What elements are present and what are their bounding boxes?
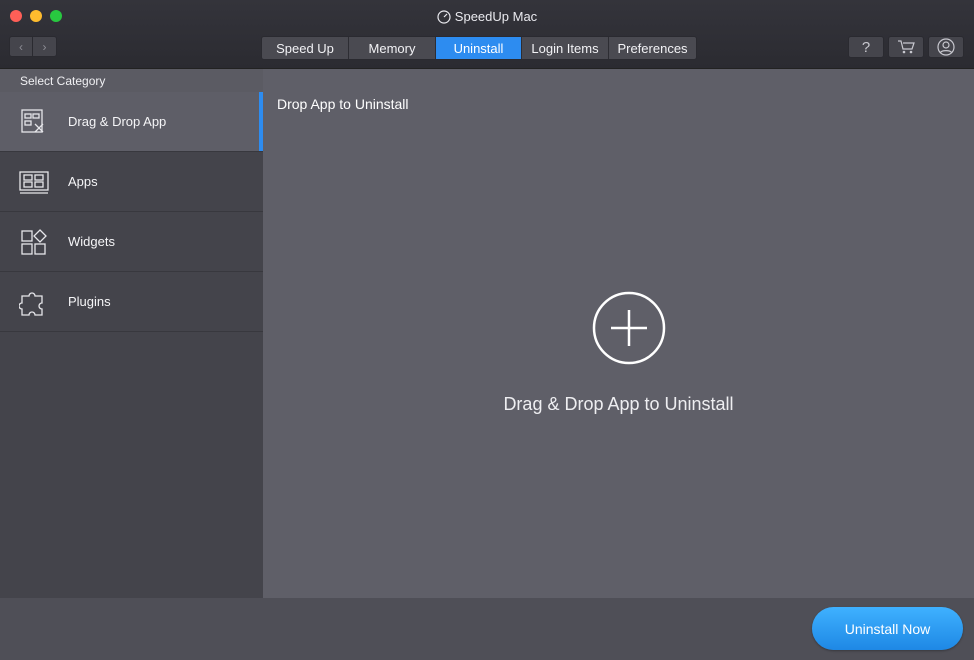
sidebar-item-label: Apps	[68, 174, 98, 189]
add-circle-icon[interactable]	[592, 291, 666, 365]
tab-preferences[interactable]: Preferences	[609, 37, 696, 59]
sidebar-item-label: Drag & Drop App	[68, 114, 167, 129]
sidebar-header: Select Category	[0, 69, 263, 92]
sidebar-item-apps[interactable]: Apps	[0, 152, 263, 212]
tab-memory[interactable]: Memory	[349, 37, 436, 59]
tab-speed-up[interactable]: Speed Up	[262, 37, 349, 59]
plugins-icon	[19, 287, 49, 317]
apps-icon	[19, 167, 49, 197]
back-button[interactable]: ‹	[9, 36, 33, 57]
panel-title: Drop App to Uninstall	[277, 96, 409, 112]
tab-login-items[interactable]: Login Items	[522, 37, 609, 59]
sidebar: Select Category Drag & Drop App Apps Wid…	[0, 69, 263, 598]
cart-button[interactable]	[888, 36, 924, 58]
toolbar-right: ?	[848, 36, 964, 58]
sidebar-item-label: Widgets	[68, 234, 115, 249]
forward-button[interactable]: ›	[33, 36, 57, 57]
sidebar-item-drag-drop-app[interactable]: Drag & Drop App	[0, 92, 263, 152]
sidebar-item-label: Plugins	[68, 294, 111, 309]
app-window: SpeedUp Mac ‹ › Speed Up Memory Uninstal…	[0, 0, 974, 660]
drop-instructions: Drag & Drop App to Uninstall	[503, 394, 734, 414]
window-title: SpeedUp Mac	[454, 9, 538, 24]
sidebar-item-plugins[interactable]: Plugins	[0, 272, 263, 332]
sidebar-item-widgets[interactable]: Widgets	[0, 212, 263, 272]
history-nav: ‹ ›	[9, 36, 59, 57]
drop-zone-panel[interactable]: Drop App to Uninstall Drag & Drop App to…	[263, 69, 974, 598]
widgets-icon	[19, 227, 49, 257]
drag-drop-icon	[19, 107, 49, 137]
tab-uninstall[interactable]: Uninstall	[436, 37, 522, 59]
account-icon	[937, 38, 955, 56]
speedometer-icon	[437, 10, 451, 24]
footer-bar: Uninstall Now	[0, 598, 974, 660]
account-button[interactable]	[928, 36, 964, 58]
uninstall-now-button[interactable]: Uninstall Now	[812, 607, 963, 650]
cart-icon	[898, 40, 915, 54]
title-bar: SpeedUp Mac ‹ › Speed Up Memory Uninstal…	[0, 0, 974, 69]
help-button[interactable]: ?	[848, 36, 884, 58]
window-title-area: SpeedUp Mac	[0, 9, 974, 24]
main-tabs: Speed Up Memory Uninstall Login Items Pr…	[261, 36, 697, 60]
